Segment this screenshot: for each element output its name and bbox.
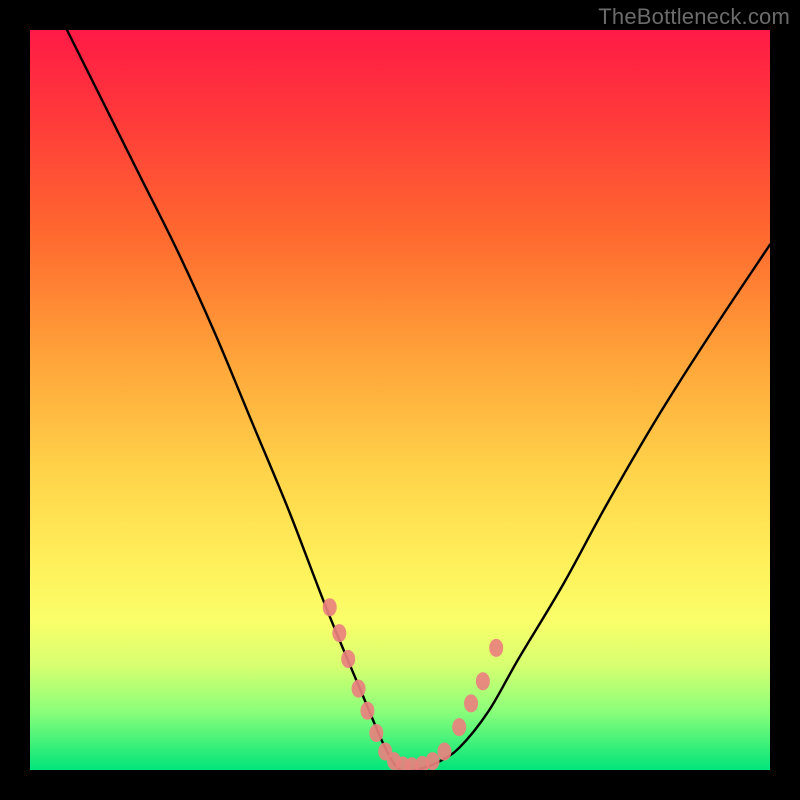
chart-frame: TheBottleneck.com [0, 0, 800, 800]
marker-dot [341, 650, 355, 668]
plot-area [30, 30, 770, 770]
marker-dot [323, 598, 337, 616]
marker-dot [426, 752, 440, 770]
marker-dot [452, 718, 466, 736]
marker-dot [476, 672, 490, 690]
marker-dot [464, 694, 478, 712]
watermark-text: TheBottleneck.com [598, 4, 790, 30]
marker-dot [332, 624, 346, 642]
marker-dot [369, 724, 383, 742]
marker-dot [437, 743, 451, 761]
marker-dot [352, 680, 366, 698]
bottleneck-curve-path [30, 30, 770, 770]
marker-dot [489, 639, 503, 657]
highlight-markers [323, 598, 504, 770]
bottleneck-curve-svg [30, 30, 770, 770]
marker-dot [360, 702, 374, 720]
